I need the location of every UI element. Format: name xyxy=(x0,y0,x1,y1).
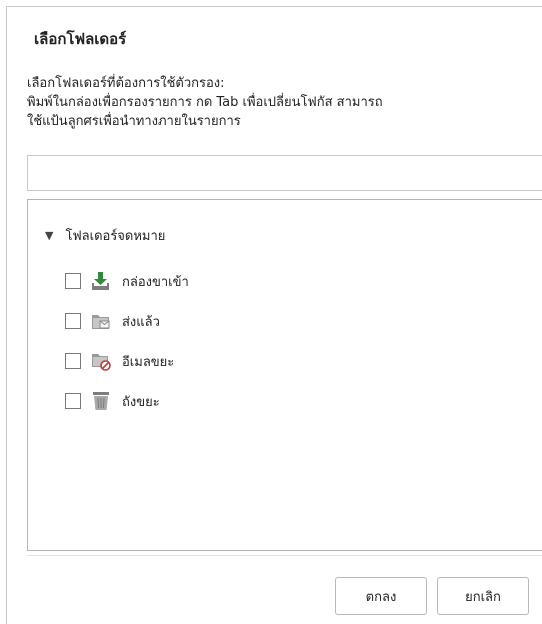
cancel-button[interactable]: ยกเลิก xyxy=(437,577,529,615)
junk-folder-icon xyxy=(90,351,112,371)
tree-item-junk[interactable]: อีเมลขยะ xyxy=(65,350,189,372)
tree-items: กล่องขาเข้า ส่งแล้ว อีเมลขยะ ถังขยะ xyxy=(65,270,189,430)
footer-divider xyxy=(27,555,542,556)
folder-tree: ▼ โฟลเดอร์จดหมาย กล่องขาเข้า ส่งแล้ว อีเ… xyxy=(27,199,542,551)
tree-root-mail-folders[interactable]: ▼ โฟลเดอร์จดหมาย xyxy=(45,225,165,246)
inbox-checkbox[interactable] xyxy=(65,273,81,289)
trash-checkbox[interactable] xyxy=(65,393,81,409)
expand-arrow-icon[interactable]: ▼ xyxy=(45,229,53,242)
dialog-instructions: เลือกโฟลเดอร์ที่ต้องการใช้ตัวกรอง: พิมพ์… xyxy=(27,74,539,131)
instruction-line-1: เลือกโฟลเดอร์ที่ต้องการใช้ตัวกรอง: xyxy=(27,76,225,91)
tree-item-label: อีเมลขยะ xyxy=(122,354,175,370)
tree-item-label: ส่งแล้ว xyxy=(122,314,160,330)
tree-item-label: กล่องขาเข้า xyxy=(122,274,189,290)
inbox-download-icon xyxy=(90,271,112,291)
filter-input[interactable] xyxy=(27,155,542,191)
instruction-line-3: ใช้แป้นลูกศรเพื่อนำทางภายในรายการ xyxy=(27,114,241,129)
trash-can-icon xyxy=(90,391,112,411)
instruction-line-2: พิมพ์ในกล่องเพื่อกรองรายการ กด Tab เพื่อ… xyxy=(27,95,383,110)
sent-folder-icon xyxy=(90,311,112,331)
tree-item-trash[interactable]: ถังขยะ xyxy=(65,390,189,412)
tree-item-inbox[interactable]: กล่องขาเข้า xyxy=(65,270,189,292)
tree-root-label: โฟลเดอร์จดหมาย xyxy=(65,229,166,244)
select-folder-dialog: เลือกโฟลเดอร์ เลือกโฟลเดอร์ที่ต้องการใช้… xyxy=(6,6,542,624)
dialog-title: เลือกโฟลเดอร์ xyxy=(34,30,127,48)
ok-button[interactable]: ตกลง xyxy=(335,577,427,615)
tree-item-sent[interactable]: ส่งแล้ว xyxy=(65,310,189,332)
sent-checkbox[interactable] xyxy=(65,313,81,329)
tree-item-label: ถังขยะ xyxy=(122,394,160,410)
junk-checkbox[interactable] xyxy=(65,353,81,369)
